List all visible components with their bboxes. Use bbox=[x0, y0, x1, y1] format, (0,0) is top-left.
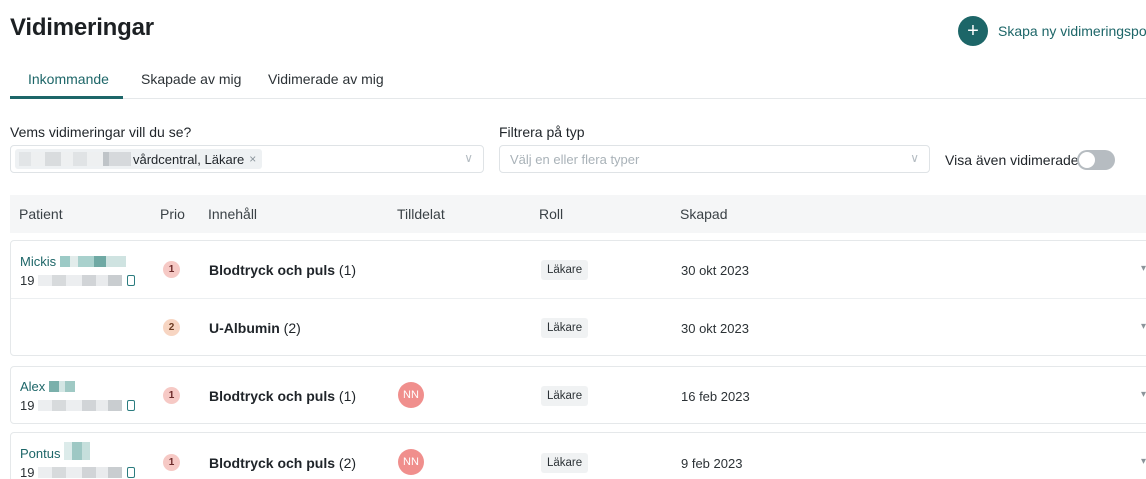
assignee-avatar[interactable]: NN bbox=[398, 449, 424, 475]
content-cell: Blodtryck och puls (2) bbox=[209, 455, 356, 471]
created-date: 30 okt 2023 bbox=[681, 321, 749, 336]
priority-badge: 2 bbox=[163, 319, 180, 336]
plus-icon[interactable]: + bbox=[958, 16, 988, 46]
column-header-patient[interactable]: Patient bbox=[19, 206, 63, 222]
content-count: (1) bbox=[338, 388, 357, 404]
create-verification-label[interactable]: Skapa ny vidimeringspost bbox=[998, 23, 1146, 39]
column-header-content[interactable]: Innehåll bbox=[208, 206, 257, 222]
column-header-role[interactable]: Roll bbox=[539, 206, 563, 222]
whose-filter-label: Vems vidimeringar vill du se? bbox=[10, 124, 192, 140]
redacted-unit-name bbox=[19, 152, 131, 166]
expand-row-icon[interactable]: ▾ bbox=[1141, 321, 1146, 332]
tab-created-by-me[interactable]: Skapade av mig bbox=[141, 71, 241, 87]
role-badge: Läkare bbox=[541, 260, 589, 280]
create-verification-button[interactable]: + Skapa ny vidimeringspost bbox=[958, 16, 1146, 46]
priority-badge: 1 bbox=[163, 387, 180, 404]
type-select[interactable]: Välj en eller flera typer ∨ bbox=[499, 145, 930, 173]
priority-badge: 1 bbox=[163, 261, 180, 278]
table-row[interactable]: 2 U-Albumin (2) Läkare 30 okt 2023 ▾ bbox=[11, 298, 1146, 354]
content-cell: Blodtryck och puls (1) bbox=[209, 262, 356, 278]
column-header-prio[interactable]: Prio bbox=[160, 206, 185, 222]
created-date: 16 feb 2023 bbox=[681, 389, 750, 404]
toggle-knob bbox=[1079, 152, 1095, 168]
whose-select[interactable]: vårdcentral, Läkare × ∨ bbox=[10, 145, 484, 173]
show-verified-label: Visa även vidimerade bbox=[945, 152, 1079, 168]
role-badge: Läkare bbox=[541, 386, 589, 406]
priority-badge: 1 bbox=[163, 454, 180, 471]
expand-row-icon[interactable]: ▾ bbox=[1141, 263, 1146, 274]
show-verified-toggle[interactable] bbox=[1077, 150, 1115, 170]
content-title: Blodtryck och puls bbox=[209, 388, 336, 404]
patient-group: Alex 19 1 Blodtryck och puls (1) NN Läka… bbox=[10, 366, 1146, 424]
page-title: Vidimeringar bbox=[10, 14, 154, 41]
column-header-created[interactable]: Skapad bbox=[680, 206, 727, 222]
table-row[interactable]: 1 Blodtryck och puls (2) NN Läkare 9 feb… bbox=[11, 433, 1146, 479]
column-header-assigned[interactable]: Tilldelat bbox=[397, 206, 445, 222]
content-cell: Blodtryck och puls (1) bbox=[209, 388, 356, 404]
created-date: 30 okt 2023 bbox=[681, 263, 749, 278]
tab-verified-by-me[interactable]: Vidimerade av mig bbox=[268, 71, 384, 87]
type-filter-label: Filtrera på typ bbox=[499, 124, 585, 140]
expand-row-icon[interactable]: ▾ bbox=[1141, 456, 1146, 467]
type-select-placeholder: Välj en eller flera typer bbox=[510, 152, 640, 167]
table-header: Patient Prio Innehåll Tilldelat Roll Ska… bbox=[10, 195, 1146, 233]
chevron-down-icon[interactable]: ∨ bbox=[464, 151, 473, 165]
created-date: 9 feb 2023 bbox=[681, 456, 743, 471]
chevron-down-icon[interactable]: ∨ bbox=[910, 151, 919, 165]
remove-chip-icon[interactable]: × bbox=[249, 152, 256, 166]
assignee-avatar[interactable]: NN bbox=[398, 382, 424, 408]
role-badge: Läkare bbox=[541, 453, 589, 473]
table-row[interactable]: 1 Blodtryck och puls (1) Läkare 30 okt 2… bbox=[11, 241, 1146, 297]
selected-unit-label: vårdcentral, Läkare bbox=[133, 151, 245, 167]
tab-bar: Inkommande Skapade av mig Vidimerade av … bbox=[10, 62, 1146, 99]
selected-unit-chip: vårdcentral, Läkare × bbox=[15, 149, 263, 169]
content-count: (2) bbox=[283, 320, 301, 336]
patient-group: Mickis 19 1 Blodtryck och puls (1) Läkar… bbox=[10, 240, 1146, 356]
content-title: Blodtryck och puls bbox=[209, 262, 336, 278]
table-row[interactable]: 1 Blodtryck och puls (1) NN Läkare 16 fe… bbox=[11, 367, 1146, 423]
content-count: (1) bbox=[338, 262, 357, 278]
active-tab-indicator bbox=[10, 96, 123, 99]
content-cell: U-Albumin (2) bbox=[209, 320, 301, 336]
role-badge: Läkare bbox=[541, 318, 589, 338]
content-count: (2) bbox=[338, 455, 357, 471]
expand-row-icon[interactable]: ▾ bbox=[1141, 389, 1146, 400]
patient-group: Pontus 19 1 Blodtryck och puls (2) NN Lä… bbox=[10, 432, 1146, 479]
content-title: Blodtryck och puls bbox=[209, 455, 336, 471]
tab-incoming[interactable]: Inkommande bbox=[28, 71, 109, 87]
content-title: U-Albumin bbox=[209, 320, 280, 336]
